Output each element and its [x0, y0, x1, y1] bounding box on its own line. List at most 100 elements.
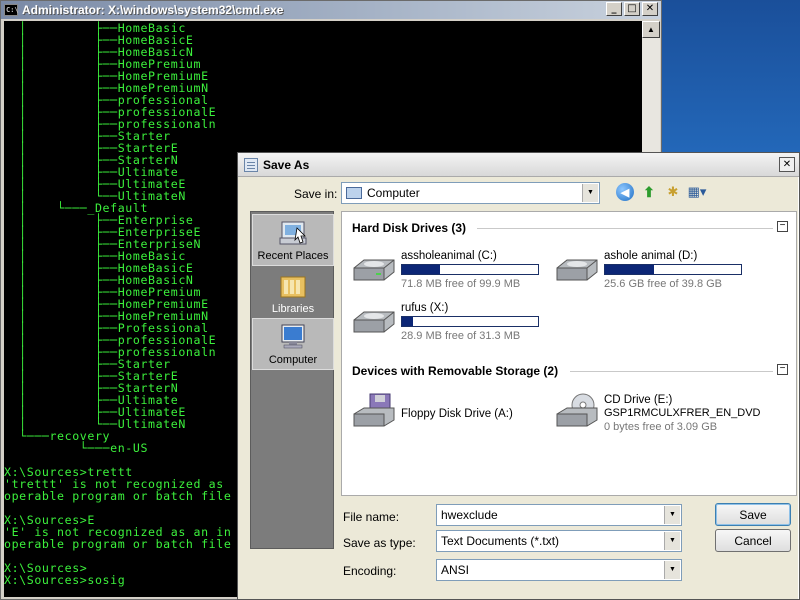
console-line: X:\Sources>E	[4, 513, 95, 527]
console-line: │ ├──Enterprise	[4, 213, 194, 227]
maximize-button[interactable]: □	[624, 2, 640, 16]
console-line: │ ├──Ultimate	[4, 393, 179, 407]
console-line: X:\Sources>	[4, 561, 88, 575]
back-arrow-icon[interactable]: ◀	[616, 183, 634, 201]
drive-d[interactable]: ashole animal (D:) 25.6 GB free of 39.8 …	[553, 250, 753, 296]
drive-e[interactable]: CD Drive (E:) GSP1RMCULXFRER_EN_DVD 0 by…	[553, 393, 760, 440]
drive-a[interactable]: Floppy Disk Drive (A:)	[350, 393, 550, 440]
console-line: │ ├──HomePremiumE	[4, 69, 209, 83]
console-line: │ ├──HomePremiumE	[4, 297, 209, 311]
console-line: │ └───_Default	[4, 201, 149, 215]
drive-x[interactable]: rufus (X:) 28.9 MB free of 31.3 MB	[350, 302, 550, 348]
console-line: │ ├──professional	[4, 93, 209, 107]
file-name-label: File name:	[343, 510, 400, 524]
collapse-removable-button[interactable]: −	[777, 364, 788, 375]
encoding-label: Encoding:	[343, 564, 397, 578]
place-label-computer: Computer	[268, 354, 318, 366]
drive-c-free-space: 71.8 MB free of 99.9 MB	[401, 278, 521, 290]
console-line: │ ├──professionalE	[4, 105, 217, 119]
save-as-type-value: Text Documents (*.txt)	[441, 534, 560, 548]
place-recent-places[interactable]: Recent Places	[252, 214, 334, 266]
console-line: X:\Sources>sosig	[4, 573, 126, 587]
drive-x-free-space: 28.9 MB free of 31.3 MB	[401, 330, 521, 342]
console-line: 'trettt' is not recognized as	[4, 477, 224, 491]
group-divider	[570, 371, 773, 372]
up-folder-icon[interactable]: ⬆	[640, 183, 658, 201]
drive-e-name: CD Drive (E:)	[604, 394, 673, 406]
places-bar: Recent Places Libraries Computer	[250, 211, 334, 549]
drive-d-name: ashole animal (D:)	[604, 250, 698, 262]
chevron-down-icon[interactable]: ▼	[582, 184, 598, 202]
console-line: │ ├──StarterE	[4, 141, 179, 155]
drive-d-usage-bar	[604, 264, 742, 275]
cmd-window-title: Administrator: X:\windows\system32\cmd.e…	[22, 3, 284, 17]
chevron-down-icon[interactable]: ▼	[664, 532, 680, 550]
group-divider	[477, 228, 773, 229]
place-label-recent: Recent Places	[257, 250, 329, 262]
dialog-titlebar[interactable]: Save As ✕	[238, 153, 799, 177]
file-name-input[interactable]: hwexclude ▼	[436, 504, 682, 526]
console-line: │ ├──UltimateE	[4, 405, 186, 419]
drive-c-name: assholeanimal (C:)	[401, 250, 497, 262]
console-line: │ ├──HomeBasicN	[4, 273, 194, 287]
console-line: │ └──UltimateN	[4, 189, 186, 203]
console-line: │ ├──professionaln	[4, 345, 217, 359]
drive-e-free-space: 0 bytes free of 3.09 GB	[604, 421, 718, 433]
hard-drive-icon	[353, 259, 395, 281]
console-line: │ ├──HomeBasicE	[4, 33, 194, 47]
save-as-type-label: Save as type:	[343, 536, 416, 550]
console-line: │ ├──professionaln	[4, 117, 217, 131]
save-as-type-dropdown[interactable]: Text Documents (*.txt) ▼	[436, 530, 682, 552]
console-line: operable program or batch file	[4, 489, 232, 503]
cd-drive-icon	[556, 393, 598, 427]
save-as-dialog: Save As ✕ Save in: Computer ▼ ◀ ⬆ ✱ ▦▾ R…	[237, 152, 800, 600]
place-label-libraries: Libraries	[271, 303, 315, 315]
drive-d-free-space: 25.6 GB free of 39.8 GB	[604, 278, 723, 290]
console-line: │ ├──Ultimate	[4, 165, 179, 179]
encoding-dropdown[interactable]: ANSI ▼	[436, 559, 682, 581]
drive-x-name: rufus (X:)	[401, 302, 449, 314]
dialog-close-button[interactable]: ✕	[779, 157, 795, 172]
console-line: │ ├──HomeBasicE	[4, 261, 194, 275]
views-menu-icon[interactable]: ▦▾	[688, 183, 707, 201]
console-line: │ ├──Professional	[4, 321, 209, 335]
drive-c-usage-bar	[401, 264, 539, 275]
place-libraries[interactable]: Libraries	[252, 266, 334, 318]
chevron-down-icon[interactable]: ▼	[664, 506, 680, 524]
console-line: │ ├──HomePremiumN	[4, 309, 209, 323]
encoding-value: ANSI	[441, 563, 470, 577]
floppy-drive-icon	[353, 393, 395, 427]
file-list-pane[interactable]: Hard Disk Drives (3) − assholeanimal (C:…	[341, 211, 797, 496]
console-line: │ ├──StarterE	[4, 369, 179, 383]
minimize-button[interactable]: _	[606, 2, 622, 16]
console-line: 'E' is not recognized as an in	[4, 525, 232, 539]
console-line: │ ├──StarterN	[4, 153, 179, 167]
console-line: │ ├──StarterN	[4, 381, 179, 395]
cmd-lines: │ ├──HomeBasic │ ├──HomeBasicE │ ├──Home…	[4, 21, 232, 587]
save-button[interactable]: Save	[715, 503, 791, 526]
dialog-title: Save As	[263, 157, 310, 172]
console-line: │ ├──HomePremium	[4, 57, 202, 71]
computer-icon	[346, 187, 362, 199]
drive-e-volume-label: GSP1RMCULXFRER_EN_DVD	[604, 407, 761, 419]
removable-group-header: Devices with Removable Storage (2)	[352, 364, 559, 378]
drive-a-name: Floppy Disk Drive (A:)	[401, 408, 513, 420]
console-line: │ ├──HomePremiumN	[4, 81, 209, 95]
console-line: │ ├──UltimateE	[4, 177, 186, 191]
collapse-hard-disks-button[interactable]: −	[777, 221, 788, 232]
cmd-titlebar[interactable]: C:\ Administrator: X:\windows\system32\c…	[1, 1, 661, 19]
file-name-value: hwexclude	[441, 508, 498, 522]
notepad-icon	[244, 157, 258, 172]
console-line: │ ├──EnterpriseN	[4, 237, 202, 251]
cancel-button[interactable]: Cancel	[715, 529, 791, 552]
drive-x-usage-fill	[402, 317, 413, 326]
close-button[interactable]: ✕	[642, 2, 658, 16]
new-folder-icon[interactable]: ✱	[664, 183, 682, 201]
drive-c[interactable]: assholeanimal (C:) 71.8 MB free of 99.9 …	[350, 250, 550, 296]
save-in-dropdown[interactable]: Computer ▼	[341, 182, 600, 204]
chevron-down-icon[interactable]: ▼	[664, 561, 680, 579]
place-computer[interactable]: Computer	[252, 318, 334, 370]
console-line: │ ├──HomePremium	[4, 285, 202, 299]
scroll-up-arrow-icon[interactable]: ▲	[642, 21, 660, 38]
console-line: │ ├──HomeBasicN	[4, 45, 194, 59]
